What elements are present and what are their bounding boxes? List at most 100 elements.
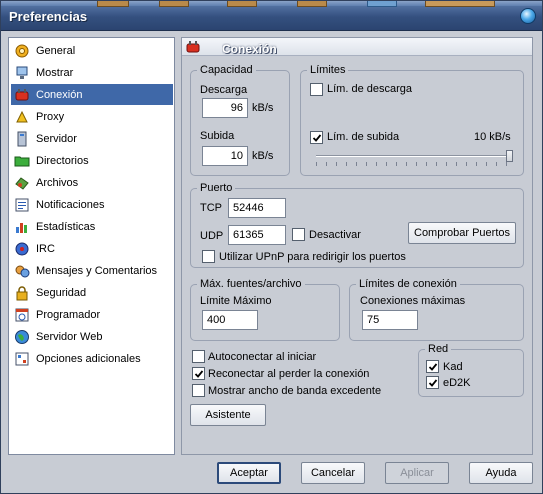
max-sources-legend: Máx. fuentes/archivo: [200, 278, 302, 290]
cancel-button[interactable]: Cancelar: [301, 462, 365, 484]
files-icon: [14, 175, 30, 191]
title-bar[interactable]: Preferencias: [1, 1, 542, 31]
sidebar-item-proxy[interactable]: Proxy: [11, 106, 173, 127]
reconnect-checkbox[interactable]: [192, 367, 205, 380]
kad-label: Kad: [443, 361, 463, 373]
irc-icon: [14, 241, 30, 257]
kad-checkbox[interactable]: [426, 360, 439, 373]
upload-capacity-input[interactable]: 10: [202, 146, 248, 166]
checkmark-icon: [428, 362, 437, 371]
max-sources-input[interactable]: 400: [202, 310, 258, 330]
messages-icon: [14, 263, 30, 279]
upload-limit-value: 10 kB/s: [474, 131, 511, 143]
sidebar-item-mostrar[interactable]: Mostrar: [11, 62, 173, 83]
sidebar-item-mensajes[interactable]: Mensajes y Comentarios: [11, 260, 173, 281]
network-legend: Red: [428, 343, 449, 355]
sidebar-item-label: Directorios: [36, 154, 89, 167]
disable-udp-label: Desactivar: [309, 229, 361, 241]
sidebar-item-archivos[interactable]: Archivos: [11, 172, 173, 193]
udp-label: UDP: [200, 230, 224, 242]
tcp-port-input[interactable]: 52446: [228, 198, 286, 218]
sidebar-item-irc[interactable]: IRC: [11, 238, 173, 259]
sidebar-item-label: Mensajes y Comentarios: [36, 264, 158, 277]
checkmark-icon: [312, 133, 321, 142]
toolbar-tab: [367, 1, 397, 7]
sidebar-item-label: Estadísticas: [36, 220, 96, 233]
connection-panel: Conexión Capacidad Descarga 96 kB/s Subi…: [181, 37, 533, 455]
upload-unit-label: kB/s: [252, 150, 274, 162]
toolbar-tab: [425, 1, 495, 7]
download-limit-checkbox[interactable]: [310, 83, 323, 96]
toolbar-tab: [297, 1, 327, 7]
apply-button[interactable]: Aplicar: [385, 462, 449, 484]
check-ports-button[interactable]: Comprobar Puertos: [408, 222, 516, 244]
upload-limit-checkbox[interactable]: [310, 131, 323, 144]
upload-limit-slider-thumb[interactable]: [506, 150, 513, 162]
wizard-button[interactable]: Asistente: [190, 404, 266, 426]
upload-limit-label: Lím. de subida: [327, 131, 400, 143]
sidebar-item-label: IRC: [36, 242, 55, 255]
sidebar-item-programador[interactable]: Programador: [11, 304, 173, 325]
sidebar-item-label: Servidor: [36, 132, 77, 145]
sidebar-item-label: Mostrar: [36, 66, 74, 79]
reconnect-label: Reconectar al perder la conexión: [208, 368, 370, 380]
help-button[interactable]: Ayuda: [469, 462, 533, 484]
sidebar-item-label: Notificaciones: [36, 198, 105, 211]
show-overhead-checkbox[interactable]: [192, 384, 205, 397]
capacity-legend: Capacidad: [200, 64, 253, 76]
panel-header: Conexión: [182, 38, 532, 56]
sidebar-item-estadisticas[interactable]: Estadísticas: [11, 216, 173, 237]
sidebar-item-servidor-web[interactable]: Servidor Web: [11, 326, 173, 347]
sidebar-item-label: Archivos: [36, 176, 79, 189]
max-connections-input[interactable]: 75: [362, 310, 418, 330]
toolbar-tab: [227, 1, 257, 7]
upload-limit-slider-track[interactable]: [316, 155, 512, 157]
upnp-checkbox[interactable]: [202, 250, 215, 263]
lock-icon: [14, 285, 30, 301]
sidebar-item-servidor[interactable]: Servidor: [11, 128, 173, 149]
plug-icon: [14, 87, 30, 103]
sidebar-item-label: Proxy: [36, 110, 65, 123]
limits-group: Límites: [300, 64, 524, 176]
checkmark-icon: [194, 369, 203, 378]
ed2k-checkbox[interactable]: [426, 376, 439, 389]
sidebar-item-label: Servidor Web: [36, 330, 103, 343]
checkmark-icon: [428, 378, 437, 387]
globe-icon: [14, 329, 30, 345]
folder-icon: [14, 153, 30, 169]
autoconnect-label: Autoconectar al iniciar: [208, 351, 317, 363]
sidebar-item-notificaciones[interactable]: Notificaciones: [11, 194, 173, 215]
panel-title: Conexión: [222, 43, 277, 55]
sidebar-item-label: General: [36, 44, 76, 57]
accept-button[interactable]: Aceptar: [217, 462, 281, 484]
sidebar-item-label: Seguridad: [36, 286, 87, 299]
download-limit-label: Lím. de descarga: [327, 83, 412, 95]
udp-port-input[interactable]: 61365: [228, 225, 286, 245]
gear-icon: [14, 43, 30, 59]
server-icon: [14, 131, 30, 147]
statistics-icon: [14, 219, 30, 235]
port-legend: Puerto: [200, 182, 233, 194]
sidebar-item-label: Opciones adicionales: [36, 352, 141, 365]
sidebar-item-directorios[interactable]: Directorios: [11, 150, 173, 171]
autoconnect-checkbox[interactable]: [192, 350, 205, 363]
download-unit-label: kB/s: [252, 102, 274, 114]
preferences-sidebar: General Mostrar Conexión Proxy Servidor: [8, 37, 175, 455]
max-limit-label: Límite Máximo: [200, 295, 272, 307]
download-capacity-input[interactable]: 96: [202, 98, 248, 118]
app-orb-icon[interactable]: [520, 8, 536, 24]
upnp-label: Utilizar UPnP para redirigir los puertos: [219, 251, 406, 263]
window-title: Preferencias: [9, 9, 88, 24]
max-connections-label: Conexiones máximas: [360, 295, 466, 307]
ed2k-label: eD2K: [443, 377, 471, 389]
sidebar-item-label: Conexión: [36, 88, 83, 101]
sidebar-item-seguridad[interactable]: Seguridad: [11, 282, 173, 303]
toolbar-tab: [97, 1, 129, 7]
sidebar-item-opciones-adicionales[interactable]: Opciones adicionales: [11, 348, 173, 369]
proxy-icon: [14, 109, 30, 125]
sidebar-item-general[interactable]: General: [11, 40, 173, 61]
disable-udp-checkbox[interactable]: [292, 228, 305, 241]
sidebar-item-conexion[interactable]: Conexión: [11, 84, 173, 105]
plug-icon: [186, 40, 202, 57]
toolbar-tab: [159, 1, 189, 7]
